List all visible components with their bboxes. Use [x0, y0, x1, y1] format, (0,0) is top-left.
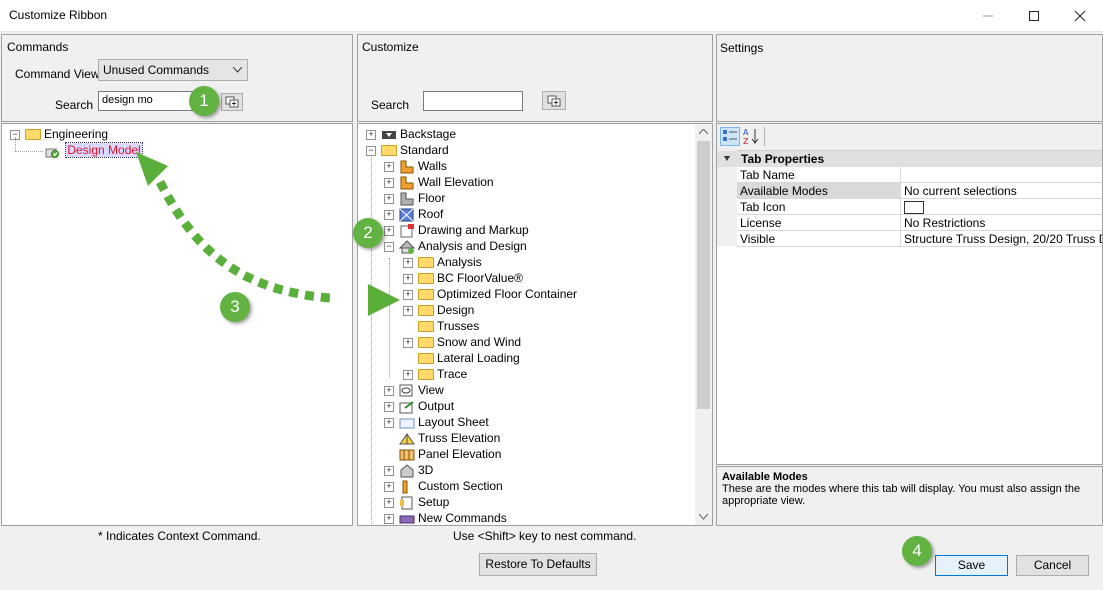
customize-search-input[interactable] [423, 91, 523, 111]
settings-header: Settings [720, 41, 764, 55]
help-text: These are the modes where this tab will … [722, 483, 1081, 507]
scroll-up-icon [699, 129, 708, 135]
help-title: Available Modes [722, 471, 808, 483]
settings-header-panel [716, 34, 1103, 122]
cancel-button[interactable]: Cancel [1016, 555, 1089, 576]
nest-command-note: Use <Shift> key to nest command. [453, 529, 637, 543]
command-view-value: Unused Commands [103, 63, 210, 77]
tree-item-design-model[interactable]: Design Model [44, 142, 143, 158]
drawing-markup-icon [400, 223, 414, 238]
property-grid: AZ Tab Properties Tab Name Available Mod… [716, 123, 1103, 465]
commands-search-label: Search [55, 98, 94, 112]
prop-row-license[interactable]: License No Restrictions [717, 215, 1102, 231]
minimize-button[interactable] [965, 0, 1011, 31]
scroll-down-icon [699, 514, 708, 520]
folder-icon [418, 337, 434, 349]
truss-elevation-icon [399, 432, 415, 445]
folder-icon [418, 289, 434, 301]
commands-tree: − Engineering Design Model [1, 123, 353, 526]
prop-row-available-modes[interactable]: Available Modes No current selections [717, 183, 1102, 199]
folder-icon [25, 129, 41, 141]
panel-elevation-icon [399, 449, 415, 461]
maximize-icon [1029, 10, 1039, 21]
customize-search-button[interactable] [542, 91, 566, 110]
command-view-select[interactable]: Unused Commands [98, 59, 248, 81]
svg-text:Z: Z [743, 137, 749, 145]
roof-icon [399, 208, 414, 222]
maximize-button[interactable] [1011, 0, 1057, 31]
step-badge-3: 3 [220, 292, 250, 322]
step-badge-4: 4 [902, 536, 932, 566]
folder-icon [418, 305, 434, 317]
close-icon [1074, 10, 1086, 21]
context-command-note: * Indicates Context Command. [98, 529, 261, 543]
backstage-icon [382, 130, 396, 139]
categorized-icon [723, 130, 737, 141]
category-tab-properties[interactable]: Tab Properties [717, 151, 1102, 167]
customize-tree: + Backstage − Standard + Walls + Wall Elevat… [357, 123, 713, 526]
view-icon [399, 384, 413, 397]
search-filter-icon [225, 96, 239, 108]
property-toolbar: AZ [717, 124, 1102, 151]
svg-text:A: A [743, 128, 749, 137]
search-filter-icon [547, 95, 561, 107]
customize-search-label: Search [371, 98, 410, 112]
step-badge-2: 2 [353, 218, 383, 248]
prop-row-tab-icon[interactable]: Tab Icon [717, 199, 1102, 215]
prop-row-visible[interactable]: Visible Structure Truss Design, 20/20 Tr… [717, 231, 1102, 247]
sort-az-icon: AZ [743, 128, 759, 146]
scroll-thumb[interactable] [697, 141, 710, 409]
folder-icon [418, 369, 434, 381]
wall-elevation-icon [400, 176, 414, 190]
3d-icon [400, 464, 414, 478]
new-commands-icon [399, 515, 415, 524]
title-bar: Customize Ribbon [0, 0, 1103, 32]
commands-header: Commands [7, 40, 69, 54]
categorized-button[interactable] [720, 127, 740, 146]
output-icon [399, 401, 414, 414]
save-button[interactable]: Save [935, 555, 1008, 576]
floor-icon [400, 192, 414, 206]
command-view-label: Command View [15, 67, 100, 81]
folder-icon [418, 321, 434, 333]
custom-section-icon [402, 480, 408, 494]
analysis-design-icon [399, 240, 415, 254]
folder-icon [418, 257, 434, 269]
walls-icon [400, 160, 414, 174]
minimize-icon [983, 15, 993, 16]
alphabetical-button[interactable]: AZ [742, 127, 762, 146]
commands-search-input[interactable]: design mo [98, 91, 203, 111]
chevron-down-icon [233, 67, 242, 73]
restore-defaults-button[interactable]: Restore To Defaults [479, 553, 597, 576]
step-badge-1: 1 [189, 86, 219, 116]
prop-row-tab-name[interactable]: Tab Name [717, 167, 1102, 183]
setup-icon [400, 496, 413, 510]
close-button[interactable] [1057, 0, 1103, 31]
layout-sheet-icon [399, 418, 415, 429]
folder-icon [418, 273, 434, 285]
design-model-label: Design Model [65, 142, 143, 158]
folder-icon [418, 353, 434, 365]
design-model-icon [45, 148, 59, 158]
tab-icon-swatch[interactable] [904, 201, 924, 214]
window-title: Customize Ribbon [9, 8, 108, 22]
commands-search-button[interactable] [221, 93, 243, 111]
customize-scrollbar[interactable] [695, 124, 712, 525]
folder-icon [381, 145, 397, 157]
customize-header: Customize [362, 40, 419, 54]
property-help: Available Modes These are the modes wher… [716, 466, 1103, 526]
